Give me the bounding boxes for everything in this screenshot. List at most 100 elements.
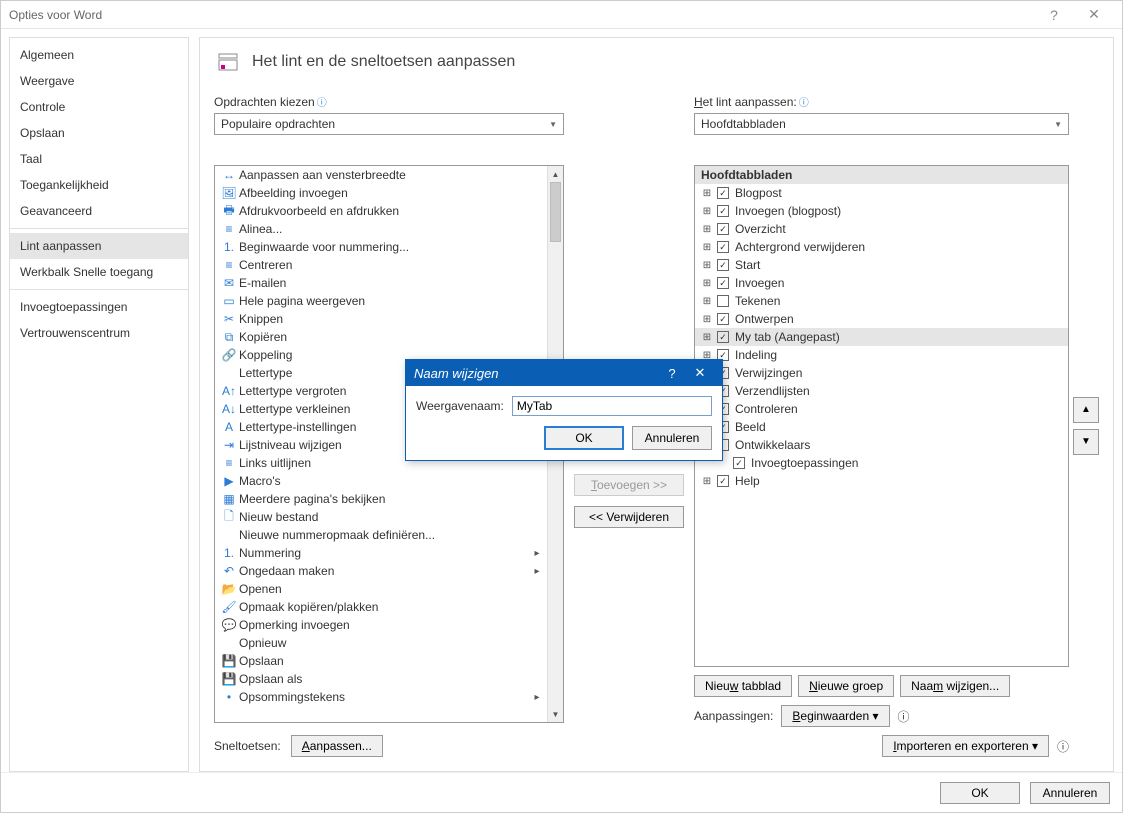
info-icon[interactable]: ⓘ <box>1057 738 1069 755</box>
ribbon-tab-item[interactable]: ⊞✓Achtergrond verwijderen <box>695 238 1068 256</box>
ribbon-tab-item[interactable]: ⊞✓Verzendlijsten <box>695 382 1068 400</box>
expand-icon[interactable]: ⊞ <box>701 188 713 199</box>
expand-icon[interactable]: ⊞ <box>701 278 713 289</box>
command-item[interactable]: 📂Openen <box>215 580 547 598</box>
scroll-up-icon[interactable]: ▲ <box>548 166 563 182</box>
command-item[interactable]: ≡Centreren <box>215 256 547 274</box>
new-group-button[interactable]: Nieuwe groep <box>798 675 894 697</box>
sidebar-item-controle[interactable]: Controle <box>10 94 188 120</box>
move-down-button[interactable]: ▼ <box>1073 429 1099 455</box>
expand-icon[interactable]: ⊞ <box>701 314 713 325</box>
checkbox[interactable]: ✓ <box>717 205 729 217</box>
checkbox[interactable]: ✓ <box>717 475 729 487</box>
remove-button[interactable]: << Verwijderen <box>574 506 684 528</box>
ok-button[interactable]: OK <box>940 782 1020 804</box>
ribbon-tab-item[interactable]: ⊞✓Overzicht <box>695 220 1068 238</box>
checkbox[interactable]: ✓ <box>717 313 729 325</box>
sidebar-item-algemeen[interactable]: Algemeen <box>10 42 188 68</box>
command-item[interactable]: ↶Ongedaan maken▸ <box>215 562 547 580</box>
display-name-input[interactable] <box>512 396 712 416</box>
checkbox[interactable]: ✓ <box>717 187 729 199</box>
command-item[interactable]: ▦Meerdere pagina's bekijken <box>215 490 547 508</box>
command-item[interactable]: 🖼Afbeelding invoegen <box>215 184 547 202</box>
sidebar-item-opslaan[interactable]: Opslaan <box>10 120 188 146</box>
command-item[interactable]: 🖌Opmaak kopiëren/plakken <box>215 598 547 616</box>
command-item[interactable]: •Opsommingstekens▸ <box>215 688 547 706</box>
sidebar-item-vertrouwenscentrum[interactable]: Vertrouwenscentrum <box>10 320 188 346</box>
checkbox[interactable]: ✓ <box>717 223 729 235</box>
command-item[interactable]: 💾Opslaan <box>215 652 547 670</box>
command-item[interactable]: Nieuwe nummeropmaak definiëren... <box>215 526 547 544</box>
sidebar-item-werkbalk-snelle-toegang[interactable]: Werkbalk Snelle toegang <box>10 259 188 285</box>
expand-icon[interactable]: ⊞ <box>701 260 713 271</box>
ribbon-tab-item[interactable]: ⊞✓Start <box>695 256 1068 274</box>
command-item[interactable]: Opnieuw <box>215 634 547 652</box>
move-up-button[interactable]: ▲ <box>1073 397 1099 423</box>
modal-cancel-button[interactable]: Annuleren <box>632 426 712 450</box>
ribbon-tab-item[interactable]: ⊞✓Blogpost <box>695 184 1068 202</box>
command-item[interactable]: 💾Opslaan als <box>215 670 547 688</box>
command-item[interactable]: 🗋Nieuw bestand <box>215 508 547 526</box>
import-export-dropdown[interactable]: Importeren en exporteren ▾ <box>882 735 1049 757</box>
checkbox[interactable] <box>717 295 729 307</box>
command-item[interactable]: ≡Alinea... <box>215 220 547 238</box>
checkbox[interactable]: ✓ <box>717 277 729 289</box>
info-icon[interactable]: ⓘ <box>317 98 327 109</box>
checkbox[interactable]: ✓ <box>717 241 729 253</box>
ribbon-tab-item[interactable]: ⊞✓Invoegen <box>695 274 1068 292</box>
info-icon[interactable]: ⓘ <box>898 708 910 725</box>
ribbon-tab-item[interactable]: ✓Invoegtoepassingen <box>695 454 1068 472</box>
close-icon[interactable]: ✕ <box>1074 1 1114 29</box>
sidebar-item-geavanceerd[interactable]: Geavanceerd <box>10 198 188 224</box>
command-item[interactable]: ▶Macro's <box>215 472 547 490</box>
ribbon-tab-item[interactable]: ⊞✓Beeld <box>695 418 1068 436</box>
ribbon-target-dropdown[interactable]: Hoofdtabbladen ▼ <box>694 113 1069 135</box>
ribbon-tab-item[interactable]: ⊞Ontwikkelaars <box>695 436 1068 454</box>
sidebar-item-toegankelijkheid[interactable]: Toegankelijkheid <box>10 172 188 198</box>
add-button[interactable]: Toevoegen >> <box>574 474 684 496</box>
scroll-down-icon[interactable]: ▼ <box>548 706 563 722</box>
ribbon-tab-item[interactable]: ⊞✓My tab (Aangepast) <box>695 328 1068 346</box>
rename-button[interactable]: Naam wijzigen... <box>900 675 1010 697</box>
command-item[interactable]: 🖶Afdrukvoorbeeld en afdrukken <box>215 202 547 220</box>
sidebar-item-taal[interactable]: Taal <box>10 146 188 172</box>
checkbox[interactable]: ✓ <box>717 331 729 343</box>
expand-icon[interactable]: ⊞ <box>701 296 713 307</box>
commands-source-dropdown[interactable]: Populaire opdrachten ▼ <box>214 113 564 135</box>
command-item[interactable]: 1.Nummering▸ <box>215 544 547 562</box>
expand-icon[interactable]: ⊞ <box>701 242 713 253</box>
sidebar-item-weergave[interactable]: Weergave <box>10 68 188 94</box>
ribbon-tab-item[interactable]: ⊞✓Verwijzingen <box>695 364 1068 382</box>
modal-help-icon[interactable]: ? <box>658 366 686 381</box>
expand-icon[interactable]: ⊞ <box>701 476 713 487</box>
expand-icon[interactable]: ⊞ <box>701 224 713 235</box>
ribbon-tab-item[interactable]: ⊞✓Invoegen (blogpost) <box>695 202 1068 220</box>
new-tab-button[interactable]: Nieuw tabblad <box>694 675 792 697</box>
ribbon-tab-item[interactable]: ⊞✓Ontwerpen <box>695 310 1068 328</box>
modal-ok-button[interactable]: OK <box>544 426 624 450</box>
ribbon-tab-item[interactable]: ⊞✓Help <box>695 472 1068 490</box>
command-item[interactable]: 1.Beginwaarde voor nummering... <box>215 238 547 256</box>
sidebar-item-invoegtoepassingen[interactable]: Invoegtoepassingen <box>10 294 188 320</box>
command-item[interactable]: ↔Aanpassen aan vensterbreedte <box>215 166 547 184</box>
command-item[interactable]: ⧉Kopiëren <box>215 328 547 346</box>
modal-close-icon[interactable]: ✕ <box>686 365 714 381</box>
checkbox[interactable]: ✓ <box>733 457 745 469</box>
ribbon-tab-item[interactable]: ⊞Tekenen <box>695 292 1068 310</box>
scroll-thumb[interactable] <box>550 182 561 242</box>
expand-icon[interactable]: ⊞ <box>701 332 713 343</box>
ribbon-tab-item[interactable]: ⊞✓Controleren <box>695 400 1068 418</box>
checkbox[interactable]: ✓ <box>717 259 729 271</box>
info-icon[interactable]: ⓘ <box>799 98 809 109</box>
command-item[interactable]: ✉E-mailen <box>215 274 547 292</box>
reset-dropdown[interactable]: Beginwaarden ▾ <box>781 705 889 727</box>
command-item[interactable]: ▭Hele pagina weergeven <box>215 292 547 310</box>
ribbon-tab-item[interactable]: ⊞✓Indeling <box>695 346 1068 364</box>
command-item[interactable]: ✂Knippen <box>215 310 547 328</box>
help-icon[interactable]: ? <box>1034 1 1074 29</box>
customize-shortcuts-button[interactable]: Aanpassen... <box>291 735 383 757</box>
command-item[interactable]: 💬Opmerking invoegen <box>215 616 547 634</box>
ribbon-tree[interactable]: Hoofdtabbladen ⊞✓Blogpost⊞✓Invoegen (blo… <box>694 165 1069 667</box>
sidebar-item-lint-aanpassen[interactable]: Lint aanpassen <box>10 233 188 259</box>
cancel-button[interactable]: Annuleren <box>1030 782 1110 804</box>
